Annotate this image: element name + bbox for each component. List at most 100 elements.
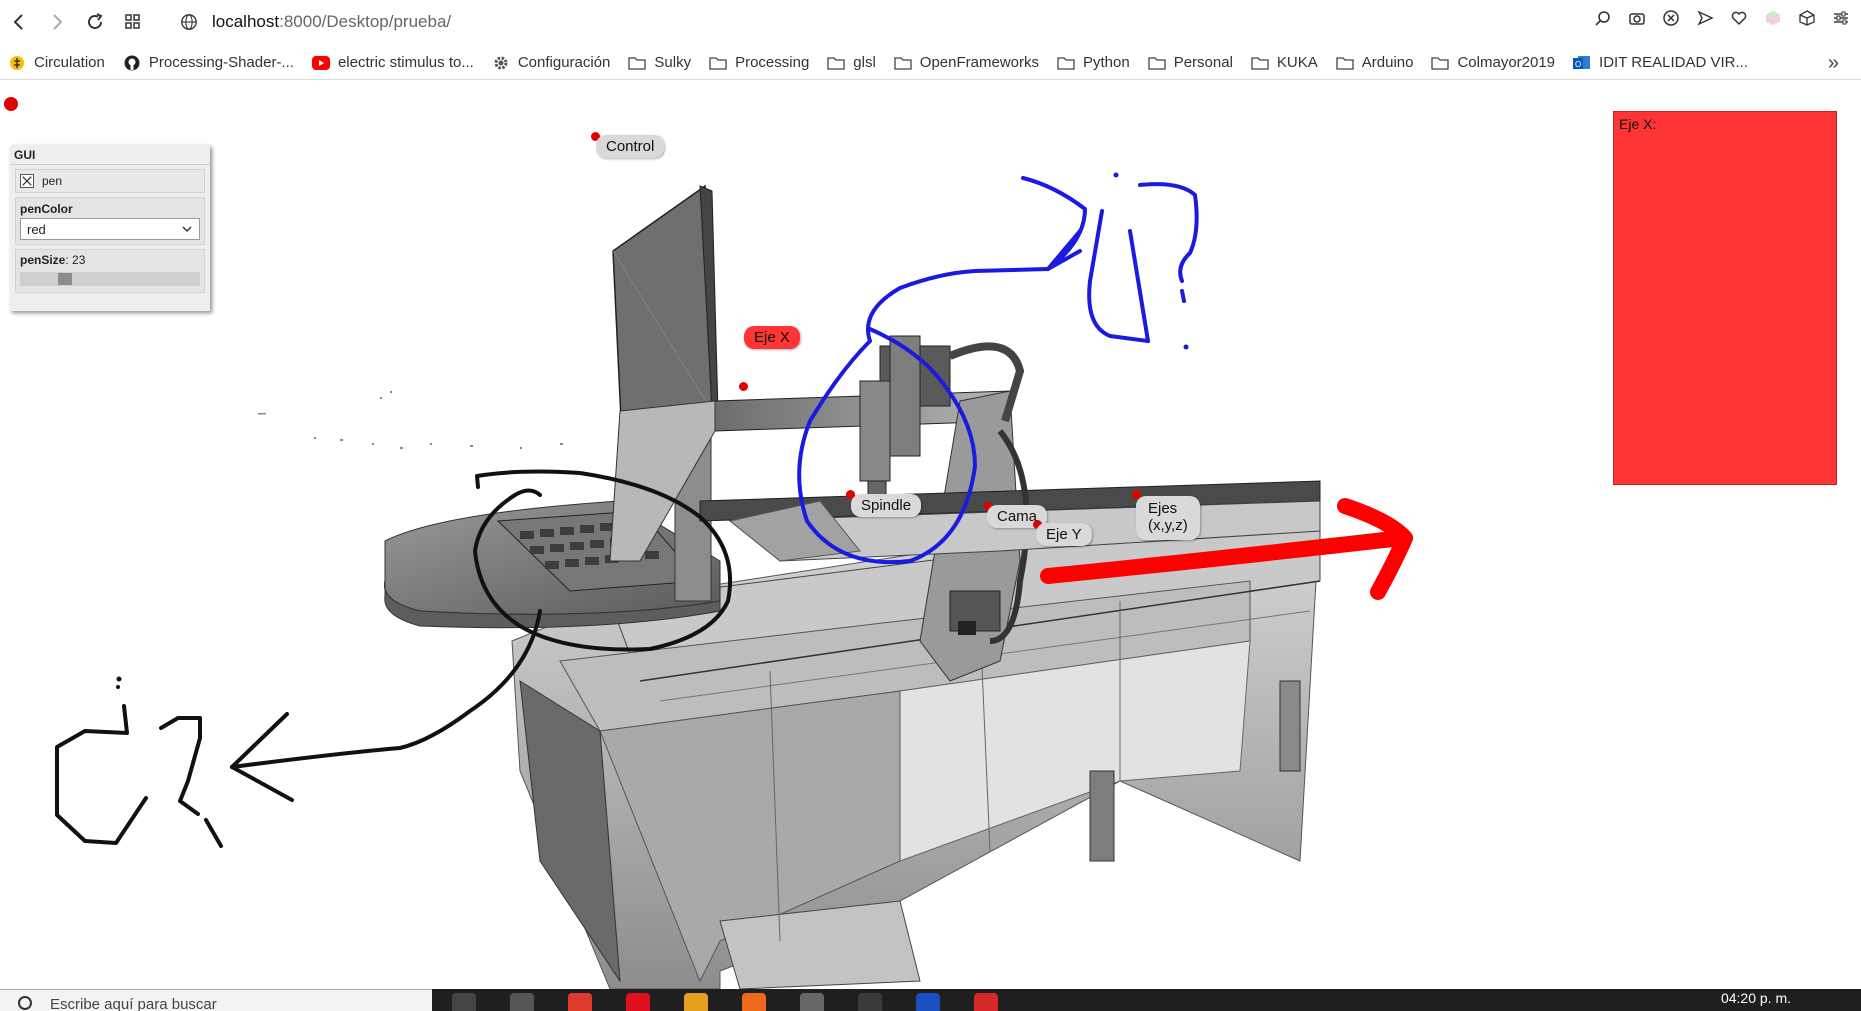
spindle-label[interactable]: Spindle: [851, 494, 922, 517]
circulation-icon: [8, 55, 26, 71]
bookmark-processing[interactable]: Processing: [709, 54, 809, 71]
axis-info-panel: Eje X:: [1613, 111, 1837, 485]
eje-x-label[interactable]: Eje X: [744, 326, 800, 349]
send-icon[interactable]: [1695, 8, 1715, 28]
toolbar-actions: [1593, 8, 1851, 28]
bookmark-openframeworks[interactable]: OpenFrameworks: [894, 54, 1039, 71]
annotation-dot: [1113, 172, 1119, 178]
settings-sliders-icon[interactable]: [1831, 8, 1851, 28]
reload-icon: [88, 13, 103, 29]
folder-icon: [1057, 55, 1075, 71]
youtube-icon: [311, 55, 330, 71]
pen-size-label: penSize: 23: [20, 253, 86, 267]
pen-color-select[interactable]: red: [20, 218, 200, 240]
pen-size-value: 23: [72, 253, 86, 267]
bookmark-idit-realidad[interactable]: O IDIT REALIDAD VIR...: [1573, 54, 1748, 71]
bookmark-sulky[interactable]: Sulky: [628, 54, 691, 71]
folder-icon: [1251, 55, 1269, 71]
pen-size-control: penSize: 23: [15, 249, 205, 293]
pen-size-slider[interactable]: [20, 272, 200, 286]
address-bar[interactable]: localhost:8000/Desktop/prueba/: [180, 10, 451, 34]
sublime-icon[interactable]: [684, 993, 708, 1011]
bookmarks-overflow-chevron-icon[interactable]: »: [1828, 52, 1839, 75]
photoshop-icon[interactable]: [916, 993, 940, 1011]
pen-checkbox[interactable]: [20, 174, 34, 188]
pen-color-control: penColor red: [15, 197, 205, 245]
taskbar-search-placeholder: Escribe aquí para buscar: [50, 996, 217, 1011]
grid-icon: [125, 14, 140, 29]
gear-icon: [492, 55, 510, 71]
bookmark-arduino[interactable]: Arduino: [1336, 54, 1413, 71]
bookmarks-bar: Circulation Processing-Shader-... electr…: [0, 46, 1861, 80]
adblock-icon[interactable]: [1661, 8, 1681, 28]
gui-panel: GUI pen penColor red penSize: 23: [10, 145, 210, 311]
url-path: :8000/Desktop/prueba/: [279, 12, 452, 31]
bookmark-processing-shader[interactable]: Processing-Shader-...: [123, 54, 294, 71]
pen-toggle[interactable]: pen: [15, 169, 205, 193]
taskbar-apps: [452, 993, 998, 1011]
bookmark-glsl[interactable]: glsl: [827, 54, 876, 71]
page-canvas[interactable]: GUI pen penColor red penSize: 23 Control: [0, 81, 1861, 989]
camera-icon[interactable]: [1627, 8, 1647, 28]
folder-icon: [827, 55, 845, 71]
pen-label: pen: [42, 174, 63, 188]
github-icon: [123, 55, 141, 71]
svg-text:O: O: [1575, 60, 1581, 69]
file-explorer-icon[interactable]: [510, 993, 534, 1011]
gui-title: GUI: [10, 145, 210, 165]
scatter-particles: [258, 391, 563, 449]
url-host: localhost: [212, 12, 280, 31]
bookmark-kuka[interactable]: KUKA: [1251, 54, 1318, 71]
terminal-icon[interactable]: [858, 993, 882, 1011]
folder-icon: [1336, 55, 1354, 71]
opera-icon[interactable]: [626, 993, 650, 1011]
folder-icon: [894, 55, 912, 71]
taskbar-clock: 04:20 p. m.: [1720, 990, 1791, 1006]
folder-icon: [1148, 55, 1166, 71]
forward-arrow-icon: [53, 14, 63, 30]
bookmark-configuracion[interactable]: Configuración: [492, 54, 610, 71]
folder-icon: [628, 55, 647, 71]
pen-color-label: penColor: [20, 202, 73, 216]
bookmark-electric-stimulus[interactable]: electric stimulus to...: [311, 54, 474, 71]
forward-button[interactable]: [38, 0, 76, 44]
box-icon[interactable]: [1797, 8, 1817, 28]
windows-taskbar: Escribe aquí para buscar 04:20 p. m.: [0, 989, 1861, 1011]
control-tabletop: [383, 500, 721, 629]
app-shield-icon[interactable]: [974, 993, 998, 1011]
globe-icon: [181, 14, 197, 30]
checkmark-x-icon: [22, 176, 32, 186]
folder-icon: [1431, 55, 1450, 71]
search-page-icon[interactable]: [1593, 8, 1613, 28]
bookmark-circulation[interactable]: Circulation: [8, 54, 105, 71]
eje-y-label[interactable]: Eje Y: [1036, 523, 1092, 546]
bookmark-python[interactable]: Python: [1057, 54, 1130, 71]
taskbar-search-box[interactable]: Escribe aquí para buscar: [0, 989, 432, 1011]
extension-cube-icon[interactable]: [1763, 8, 1783, 28]
chevron-down-icon: [182, 226, 192, 233]
bookmark-personal[interactable]: Personal: [1148, 54, 1233, 71]
reload-button[interactable]: [76, 0, 114, 44]
pen-size-slider-handle[interactable]: [58, 273, 73, 285]
back-arrow-icon: [13, 14, 23, 30]
folder-icon: [709, 55, 727, 71]
search-icon: [18, 996, 32, 1010]
cnc-machine-scene[interactable]: [0, 81, 1861, 989]
chrome-icon[interactable]: [568, 993, 592, 1011]
ejes-label[interactable]: Ejes (x,y,z): [1136, 496, 1200, 540]
annotation-dot: [1183, 344, 1189, 350]
task-view-icon[interactable]: [452, 993, 476, 1011]
heart-icon[interactable]: [1729, 8, 1749, 28]
axis-info-title: Eje X:: [1619, 116, 1657, 132]
blender-icon[interactable]: [742, 993, 766, 1011]
annotation-dot: [116, 676, 122, 682]
browser-toolbar: localhost:8000/Desktop/prueba/: [0, 0, 1861, 44]
outlook-icon: O: [1573, 55, 1591, 71]
control-label[interactable]: Control: [596, 135, 665, 158]
bookmark-colmayor2019[interactable]: Colmayor2019: [1431, 54, 1555, 71]
recording-indicator-dot: [4, 97, 18, 111]
back-button[interactable]: [0, 0, 38, 44]
help-icon[interactable]: [800, 993, 824, 1011]
speed-dial-button[interactable]: [114, 0, 152, 44]
eje-x-label-dot: [739, 382, 748, 391]
